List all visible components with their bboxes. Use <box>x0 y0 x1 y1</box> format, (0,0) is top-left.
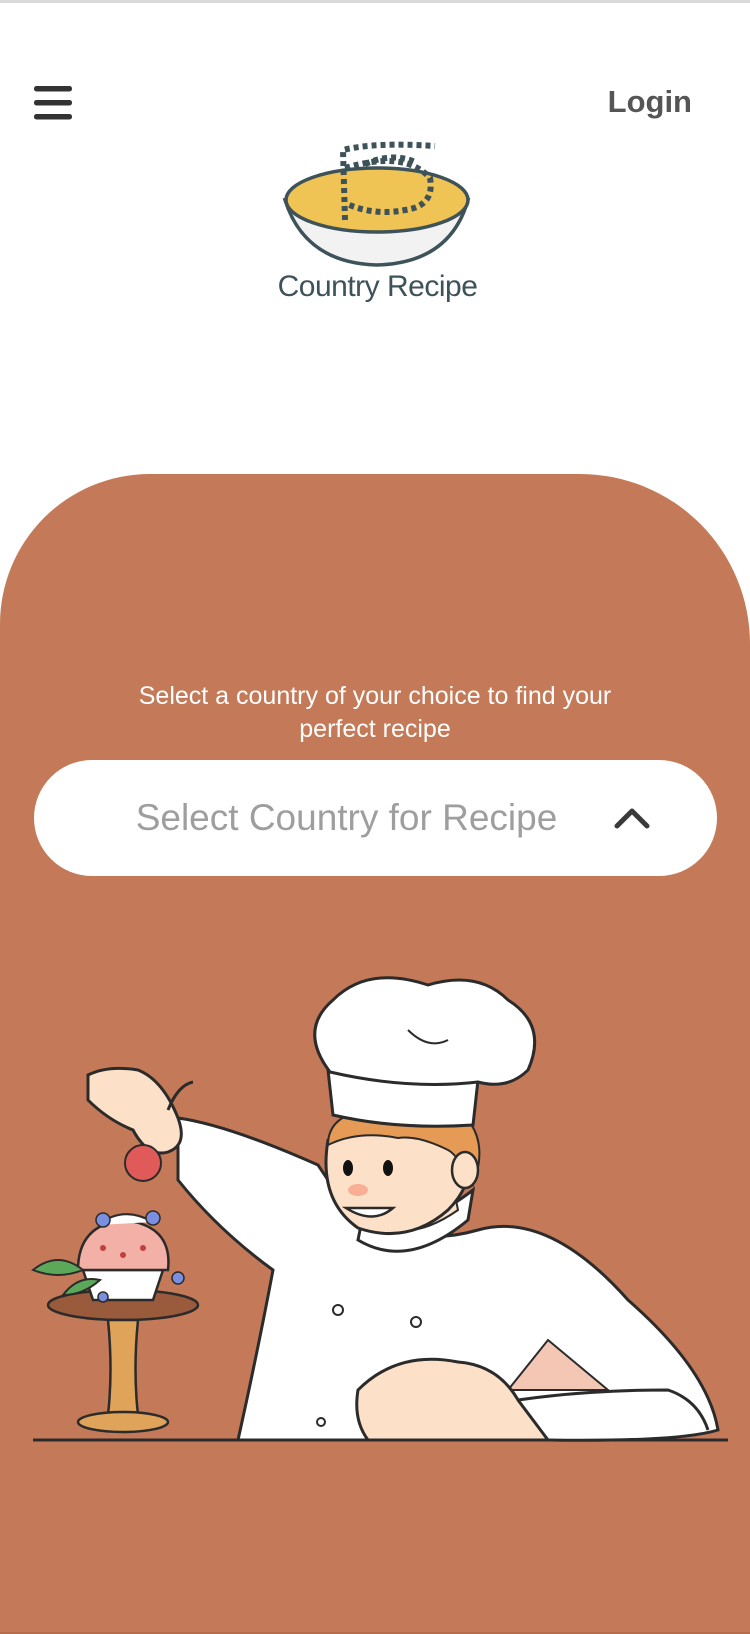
chef-decorating-cupcake-illustration <box>31 976 728 1442</box>
app-logo: Country Recipe <box>265 138 490 318</box>
login-link[interactable]: Login <box>608 84 692 120</box>
hamburger-menu-button[interactable] <box>26 80 80 126</box>
logo-text: Country Recipe <box>277 270 478 303</box>
country-select-dropdown[interactable]: Select Country for Recipe <box>34 760 717 876</box>
soup-bowl-logo-icon <box>282 141 471 267</box>
status-divider <box>0 0 750 3</box>
country-select-placeholder: Select Country for Recipe <box>135 797 558 838</box>
instruction-text: Select a country of your choice to find … <box>138 682 612 743</box>
chevron-up-icon <box>614 808 650 829</box>
hamburger-menu-icon <box>34 86 72 120</box>
app-screen: Login Country Recipe Select a country of… <box>0 0 750 1634</box>
